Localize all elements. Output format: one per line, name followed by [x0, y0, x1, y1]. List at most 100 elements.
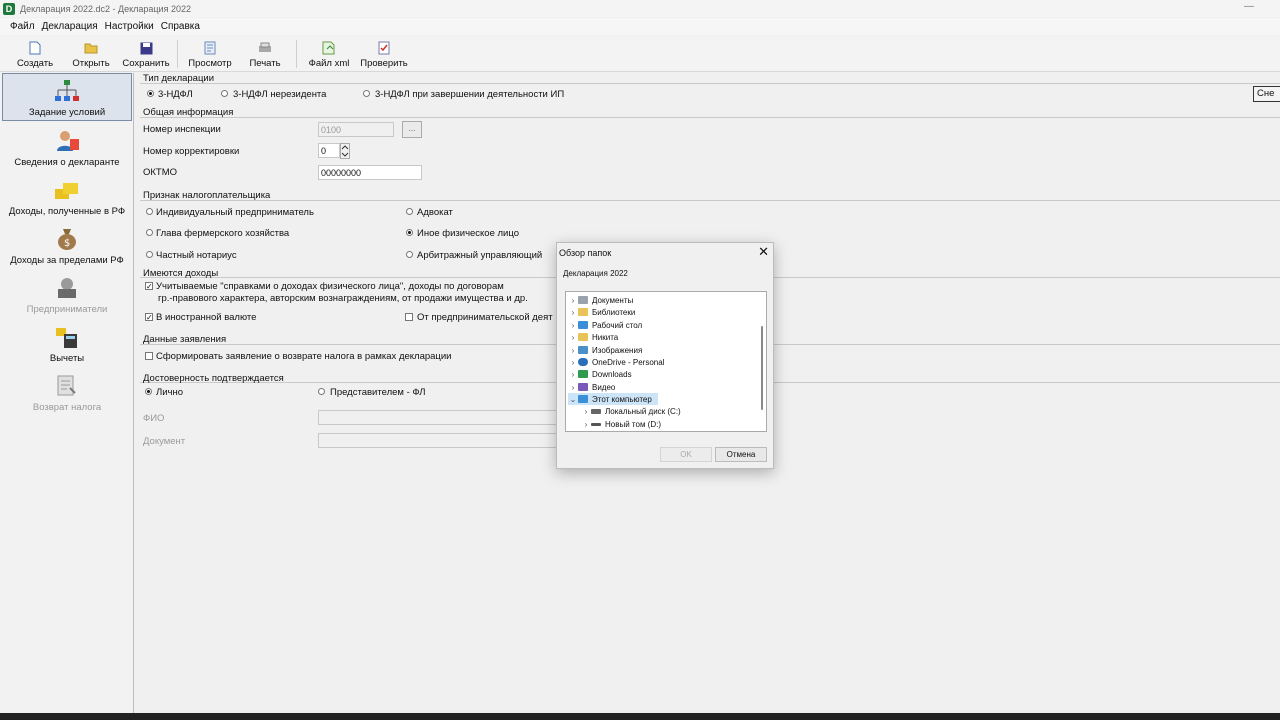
- declaration-type-title: Тип декларации: [143, 73, 215, 84]
- fio-input[interactable]: [318, 410, 558, 425]
- sidebar-item-entrepreneurs[interactable]: Предприниматели: [2, 269, 132, 317]
- video-icon: [578, 383, 588, 391]
- inspection-browse-button[interactable]: ...: [402, 121, 422, 138]
- radio-3ndfl-label: 3-НДФЛ: [158, 89, 193, 100]
- radio-lawyer[interactable]: [406, 208, 413, 215]
- menu-file[interactable]: Файл: [10, 21, 35, 32]
- toolbar-separator: [177, 40, 178, 68]
- tree-item-disk-d[interactable]: › Новый том (D:): [581, 418, 661, 430]
- inspection-input[interactable]: 0100: [318, 122, 394, 137]
- folder-icon: [578, 333, 588, 341]
- documents-icon: [578, 296, 588, 304]
- folder-icon: [578, 308, 588, 316]
- check-button[interactable]: Проверить: [357, 38, 411, 71]
- chevron-right-icon[interactable]: ›: [581, 407, 591, 416]
- sidebar-item-declarant[interactable]: Сведения о декларанте: [2, 122, 132, 170]
- xml-file-button[interactable]: Файл xml: [307, 38, 351, 71]
- chevron-right-icon[interactable]: ›: [568, 346, 578, 355]
- radio-notary[interactable]: [146, 251, 153, 258]
- print-button[interactable]: Печать: [246, 38, 284, 71]
- sidebar-item-income-rf[interactable]: Доходы, полученные в РФ: [2, 171, 132, 219]
- radio-3ndfl-ip-end-label: 3-НДФЛ при завершении деятельности ИП: [375, 89, 565, 100]
- radio-arbitration-manager[interactable]: [406, 251, 413, 258]
- toolbar: Создать Открыть Сохранить Просмотр Печат…: [0, 36, 1280, 72]
- group-divider: [140, 200, 1280, 201]
- tree-item-user-folder[interactable]: › Никита: [568, 331, 619, 343]
- correction-input[interactable]: 0: [318, 143, 340, 158]
- group-divider: [140, 83, 1280, 84]
- document-input[interactable]: [318, 433, 558, 448]
- chevron-right-icon[interactable]: ›: [568, 383, 578, 392]
- briefcase-icon: [52, 275, 82, 301]
- printer-icon: [257, 40, 273, 56]
- side-button[interactable]: Сне: [1253, 86, 1280, 102]
- tree-item-this-pc[interactable]: ⌄ Этот компьютер: [568, 393, 658, 405]
- dialog-description: Декларация 2022: [563, 269, 628, 278]
- radio-individual-entrepreneur[interactable]: [146, 208, 153, 215]
- folder-tree[interactable]: › Документы › Библиотеки › Рабочий стол …: [565, 291, 767, 432]
- oktmo-input[interactable]: 00000000: [318, 165, 422, 180]
- radio-3ndfl-ip-end[interactable]: [363, 90, 370, 97]
- radio-other-individual[interactable]: [406, 229, 413, 236]
- minimize-icon[interactable]: —: [1244, 1, 1254, 12]
- correction-label: Номер корректировки: [143, 146, 240, 157]
- chevron-right-icon[interactable]: ›: [568, 321, 578, 330]
- checkbox-business-income[interactable]: [405, 313, 413, 321]
- income-title: Имеются доходы: [143, 268, 219, 279]
- menu-settings[interactable]: Настройки: [105, 21, 154, 32]
- chevron-right-icon[interactable]: ›: [568, 333, 578, 342]
- sidebar-item-deductions[interactable]: Вычеты: [2, 318, 132, 366]
- cancel-button[interactable]: Отмена: [715, 447, 767, 462]
- chevron-right-icon[interactable]: ›: [581, 420, 591, 429]
- tree-item-pictures[interactable]: › Изображения: [568, 344, 643, 356]
- menu-bar: Файл Декларация Настройки Справка: [0, 18, 1280, 35]
- tree-item-videos[interactable]: › Видео: [568, 381, 616, 393]
- drive-icon: [591, 408, 601, 414]
- coins-icon: [52, 177, 82, 203]
- tree-item-disk-c[interactable]: › Локальный диск (C:): [581, 405, 681, 417]
- menu-declaration[interactable]: Декларация: [42, 21, 98, 32]
- preview-button[interactable]: Просмотр: [186, 38, 234, 71]
- chevron-right-icon[interactable]: ›: [568, 358, 578, 367]
- checkbox-refund-application[interactable]: [145, 352, 153, 360]
- radio-3ndfl-nonresident[interactable]: [221, 90, 228, 97]
- save-button[interactable]: Сохранить: [121, 38, 171, 71]
- radio-3ndfl[interactable]: [147, 90, 154, 97]
- foreign-currency-label: В иностранной валюте: [156, 312, 257, 323]
- tree-item-desktop[interactable]: › Рабочий стол: [568, 319, 643, 331]
- general-info-title: Общая информация: [143, 107, 234, 118]
- radio-lawyer-label: Адвокат: [417, 207, 453, 218]
- checkbox-certified-income[interactable]: ✓: [145, 282, 153, 291]
- person-card-icon: [52, 128, 82, 154]
- menu-help[interactable]: Справка: [161, 21, 200, 32]
- fio-label: ФИО: [143, 413, 165, 424]
- radio-representative[interactable]: [318, 388, 325, 395]
- checkbox-foreign-currency[interactable]: ✓: [145, 313, 153, 322]
- sidebar-item-conditions[interactable]: Задание условий: [2, 73, 132, 121]
- tree-item-documents[interactable]: › Документы: [568, 294, 634, 306]
- tree-item-onedrive[interactable]: › OneDrive - Personal: [568, 356, 665, 368]
- sidebar-item-income-abroad[interactable]: $ Доходы за пределами РФ: [2, 220, 132, 268]
- close-icon[interactable]: ✕: [758, 244, 769, 260]
- chevron-right-icon[interactable]: ›: [568, 308, 578, 317]
- refund-document-icon: [52, 373, 82, 399]
- checklist-icon: [376, 40, 392, 56]
- sidebar-item-tax-refund[interactable]: Возврат налога: [2, 367, 132, 415]
- tree-item-downloads[interactable]: › Downloads: [568, 368, 632, 380]
- radio-personally[interactable]: [145, 388, 152, 395]
- floppy-disk-icon: [138, 40, 154, 56]
- dialog-title: Обзор папок: [559, 248, 612, 258]
- chevron-down-icon[interactable]: ⌄: [568, 395, 578, 404]
- new-file-icon: [27, 40, 43, 56]
- tree-item-libraries[interactable]: › Библиотеки: [568, 306, 636, 318]
- chevron-right-icon[interactable]: ›: [568, 370, 578, 379]
- radio-farm-head[interactable]: [146, 229, 153, 236]
- preview-icon: [202, 40, 218, 56]
- open-button[interactable]: Открыть: [70, 38, 112, 71]
- create-button[interactable]: Создать: [13, 38, 57, 71]
- chevron-right-icon[interactable]: ›: [568, 296, 578, 305]
- ok-button[interactable]: OK: [660, 447, 712, 462]
- desktop-icon: [578, 321, 588, 329]
- correction-stepper[interactable]: [340, 143, 350, 159]
- tree-scrollbar[interactable]: [761, 326, 763, 410]
